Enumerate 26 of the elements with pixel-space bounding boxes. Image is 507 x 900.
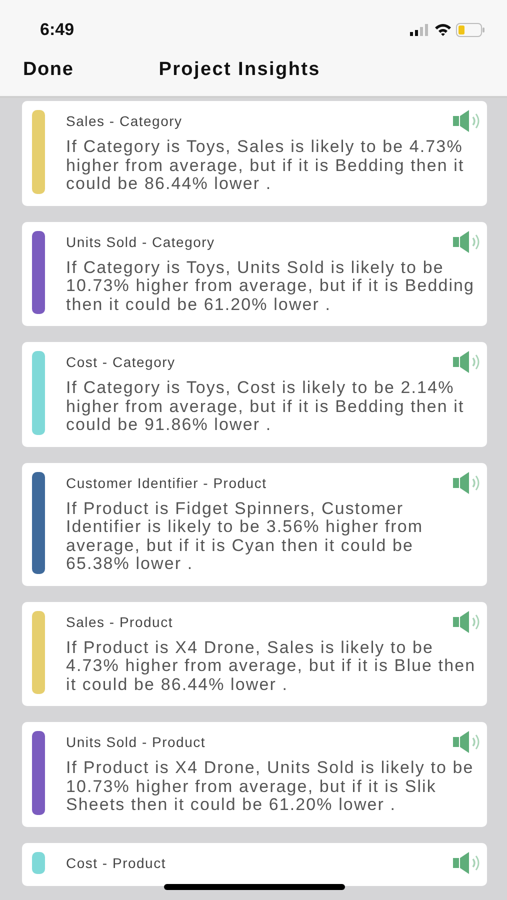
insight-title: Cost - Category [66, 353, 176, 372]
speaker-icon[interactable] [453, 472, 481, 494]
done-button[interactable]: Done [23, 56, 74, 85]
speaker-icon[interactable] [453, 351, 481, 373]
wifi-icon [434, 23, 452, 36]
insight-title: Customer Identifier - Product [66, 474, 267, 492]
insight-text: If Category is Toys, Cost is likely to be 2.14% higher from average, but if it is Bedding then it could be 91.86% lower . [66, 379, 466, 434]
insight-text: If Product is X4 Drone, Sales is likely to be 4.73% higher from average, but if it is Blue then it could be 86.44% lower . [66, 638, 477, 694]
insight-text: If Category is Toys, Sales is likely to be 4.73% higher from average, but if it is Bedding then it could be 86.44% lower . [66, 138, 466, 194]
insight-text: If Product is Fidget Spinners, Customer Identifier is likely to be 3.56% higher from average, but if it is Cyan then it could be 65.38% lower . [66, 500, 424, 574]
speaker-icon[interactable] [453, 110, 481, 132]
insight-title: Sales - Category [66, 112, 182, 131]
speaker-icon[interactable] [453, 230, 481, 252]
clock-time: 6:49 [40, 18, 74, 41]
insight-title: Sales - Product [66, 612, 173, 632]
insight-text: If Category is Toys, Units Sold is likely to be 10.73% higher from average, but if it is Bedding then it could be 61.20% lower . [66, 258, 476, 314]
speaker-icon[interactable] [453, 852, 481, 874]
speaker-icon[interactable] [453, 610, 481, 632]
screen-title: Project Insights [158, 58, 320, 82]
speaker-icon[interactable] [453, 731, 481, 753]
insight-title: Cost - Product [66, 854, 166, 872]
insight-text: If Product is X4 Drone, Units Sold is likely to be 10.73% higher from average, but if it is Slik Sheets then it could be 61.20% lower . [66, 759, 475, 814]
battery-icon [456, 22, 485, 36]
insight-title: Units Sold - Product [66, 733, 206, 752]
signal-icon [410, 24, 430, 36]
insight-title: Units Sold - Category [66, 232, 215, 252]
